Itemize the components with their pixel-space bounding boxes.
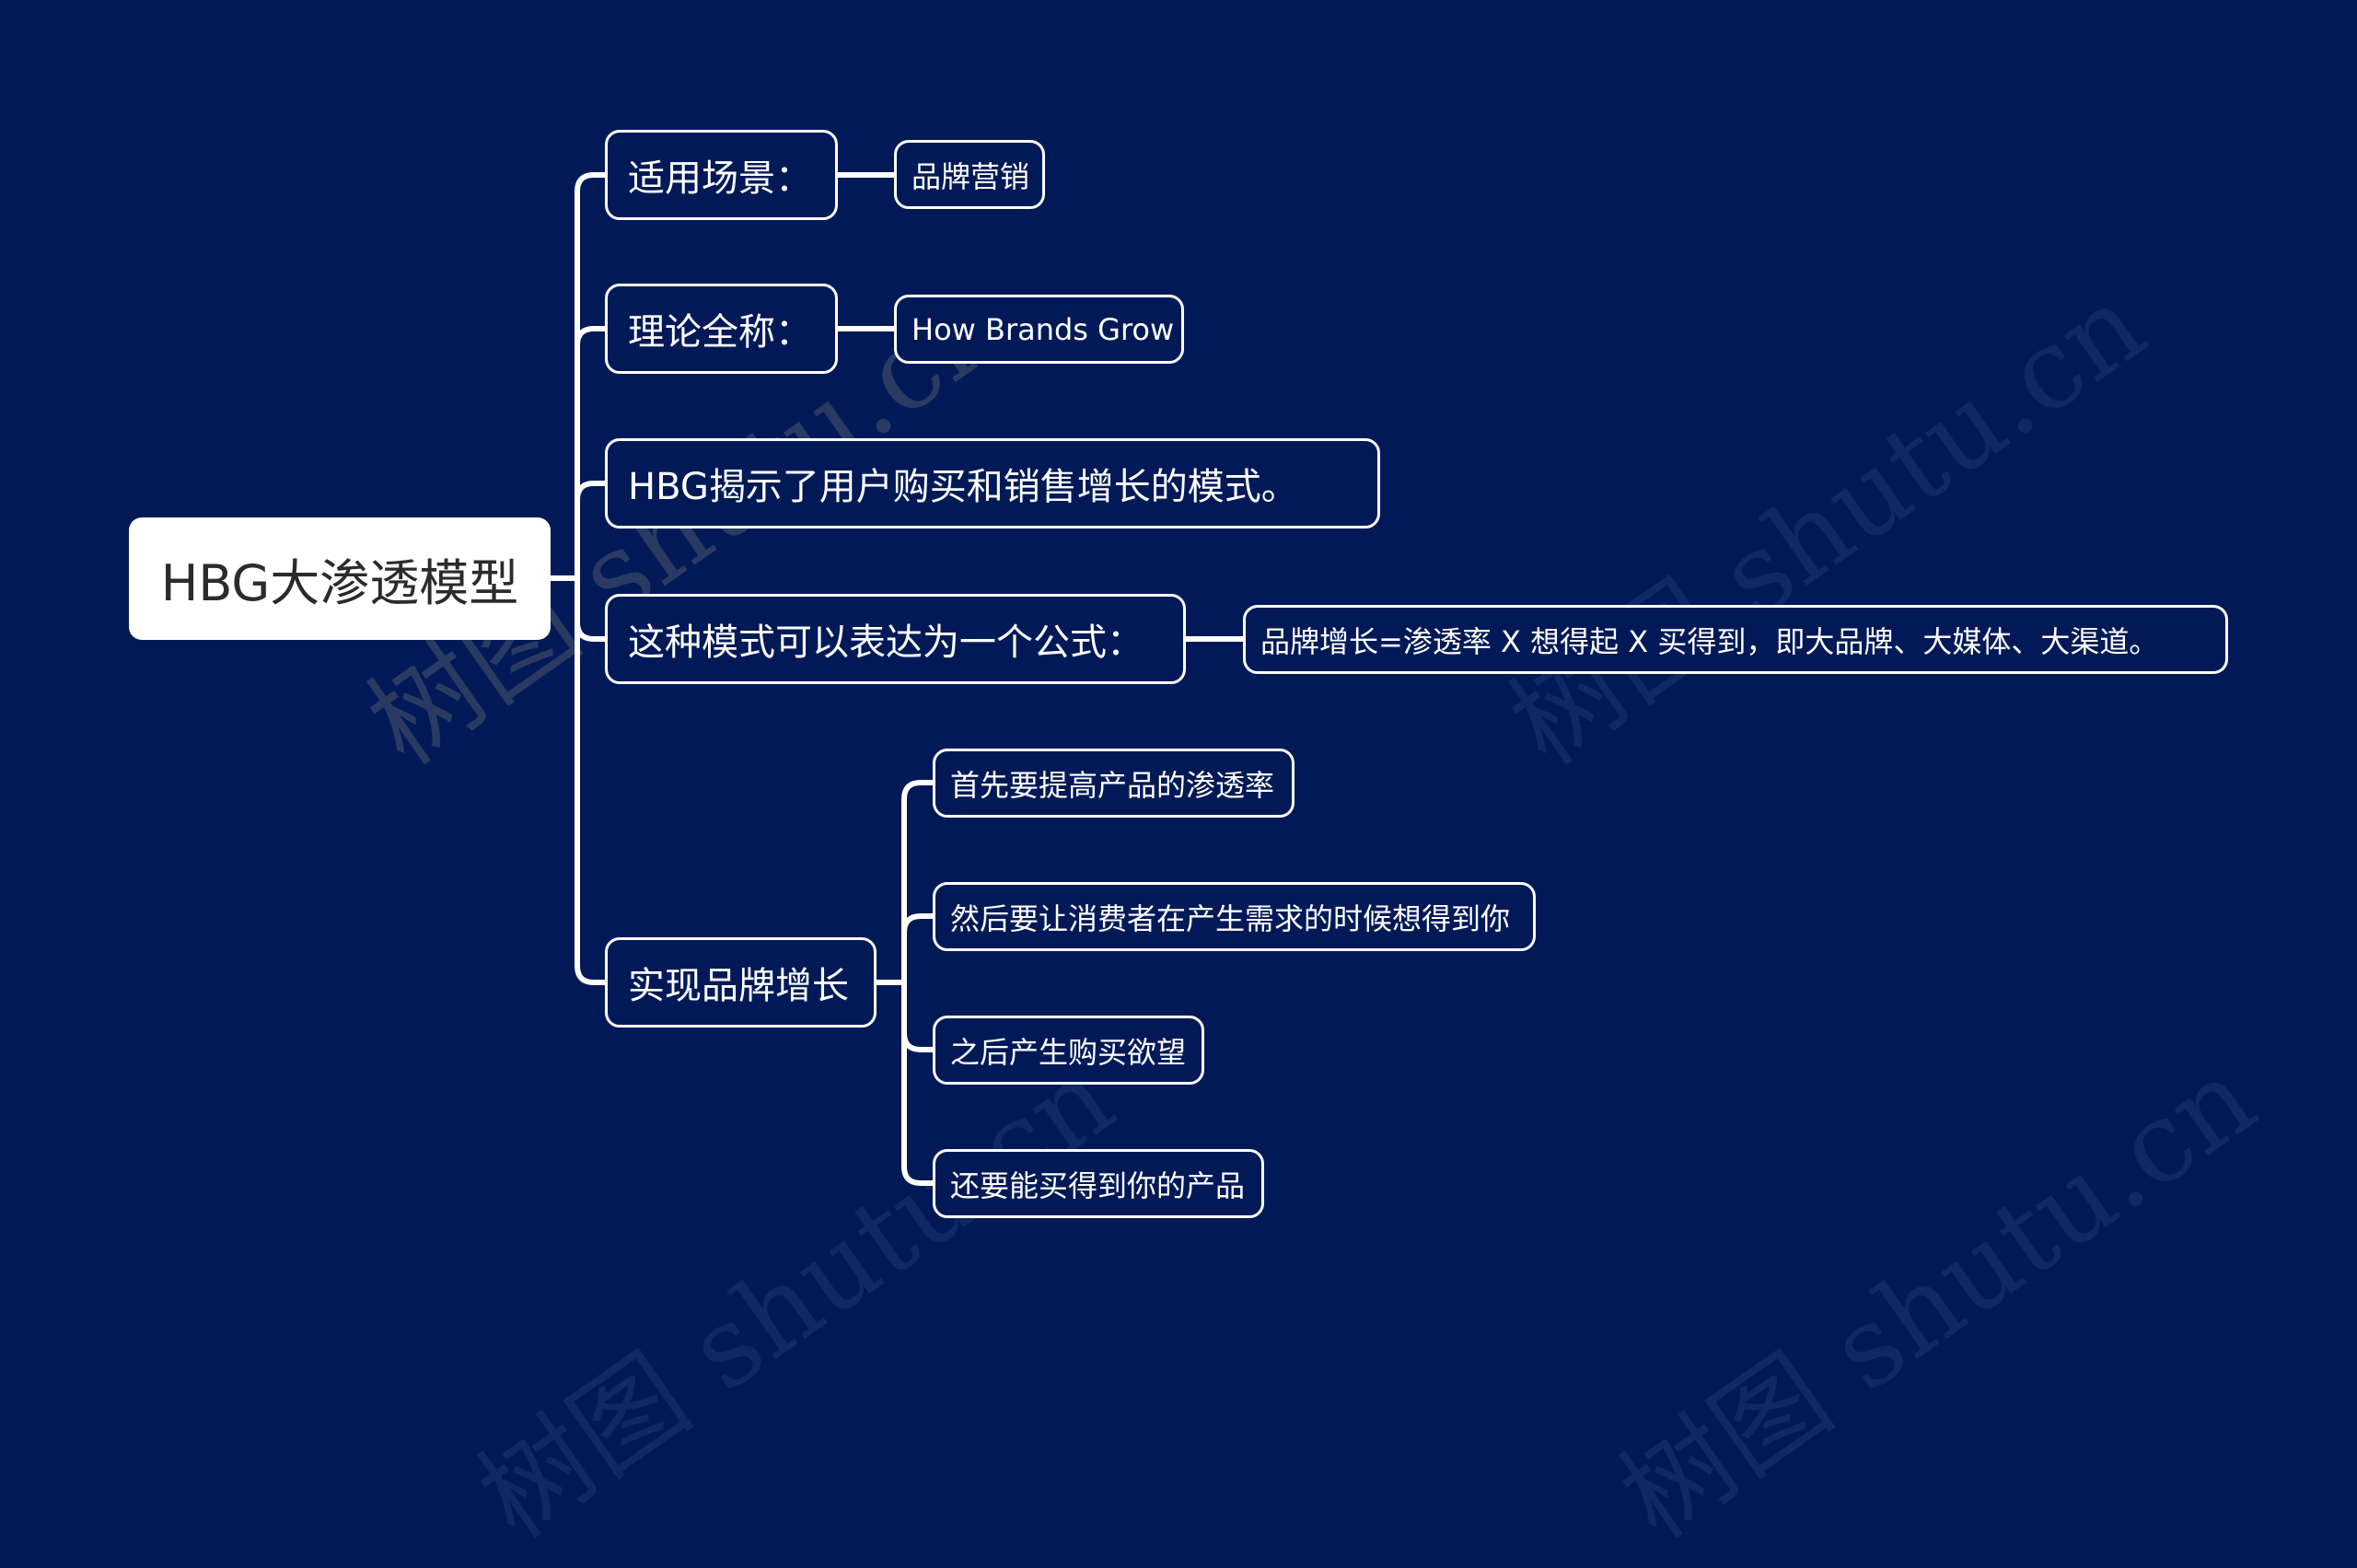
connector-branch-2 bbox=[575, 326, 608, 581]
watermark: 树图 shutu.cn bbox=[457, 1034, 1136, 1563]
leaf-how-brands-grow[interactable]: How Brands Grow bbox=[894, 295, 1184, 364]
connector-branch-4 bbox=[575, 575, 608, 642]
connector-branch-5 bbox=[575, 575, 608, 985]
leaf-label: How Brands Grow bbox=[911, 311, 1175, 347]
leaf-label: 还要能买得到你的产品 bbox=[950, 1167, 1246, 1203]
branch-hbg-pattern[interactable]: HBG揭示了用户购买和销售增长的模式。 bbox=[605, 438, 1380, 528]
branch-formula[interactable]: 这种模式可以表达为一个公式： bbox=[605, 594, 1186, 684]
branch-label: 适用场景： bbox=[628, 157, 812, 200]
branch-label: 实现品牌增长 bbox=[628, 965, 849, 1007]
branch-applicable-scenario[interactable]: 适用场景： bbox=[605, 130, 838, 220]
watermark: 树图 shutu.cn bbox=[1598, 1034, 2278, 1563]
connector-growth-2 bbox=[901, 913, 935, 985]
connector-growth-3 bbox=[901, 980, 935, 1052]
leaf-label: 品牌营销 bbox=[911, 158, 1030, 194]
connector-growth-4 bbox=[901, 980, 935, 1186]
branch-label: HBG揭示了用户购买和销售增长的模式。 bbox=[628, 466, 1298, 508]
connector-growth-1 bbox=[901, 780, 935, 985]
connector-branch-3 bbox=[575, 481, 608, 581]
connector-branch-1 bbox=[575, 172, 608, 581]
leaf-label: 然后要让消费者在产生需求的时候想得到你 bbox=[950, 900, 1511, 936]
root-topic[interactable]: HBG大渗透模型 bbox=[129, 517, 551, 640]
leaf-label: 首先要提高产品的渗透率 bbox=[950, 767, 1275, 803]
branch-label: 这种模式可以表达为一个公式： bbox=[628, 621, 1144, 664]
watermark: 树图 shutu.cn bbox=[1488, 261, 2167, 790]
leaf-label: 之后产生购买欲望 bbox=[950, 1034, 1187, 1070]
root-topic-label: HBG大渗透模型 bbox=[160, 554, 519, 612]
branch-label: 理论全称： bbox=[628, 311, 812, 354]
branch-achieve-growth[interactable]: 实现品牌增长 bbox=[605, 937, 877, 1028]
leaf-physical-availability[interactable]: 还要能买得到你的产品 bbox=[933, 1149, 1264, 1218]
leaf-purchase-desire[interactable]: 之后产生购买欲望 bbox=[933, 1016, 1204, 1085]
mind-map-canvas: 树图 shutu.cn 树图 shutu.cn 树图 shutu.cn 树图 s… bbox=[0, 0, 2357, 1563]
leaf-brand-marketing[interactable]: 品牌营销 bbox=[894, 140, 1045, 209]
branch-theory-full-name[interactable]: 理论全称： bbox=[605, 284, 838, 374]
leaf-mental-availability[interactable]: 然后要让消费者在产生需求的时候想得到你 bbox=[933, 882, 1536, 951]
leaf-improve-penetration[interactable]: 首先要提高产品的渗透率 bbox=[933, 749, 1295, 818]
leaf-formula[interactable]: 品牌增长=渗透率 X 想得起 X 买得到，即大品牌、大媒体、大渠道。 bbox=[1243, 605, 2228, 674]
leaf-label: 品牌增长=渗透率 X 想得起 X 买得到，即大品牌、大媒体、大渠道。 bbox=[1260, 623, 2159, 659]
